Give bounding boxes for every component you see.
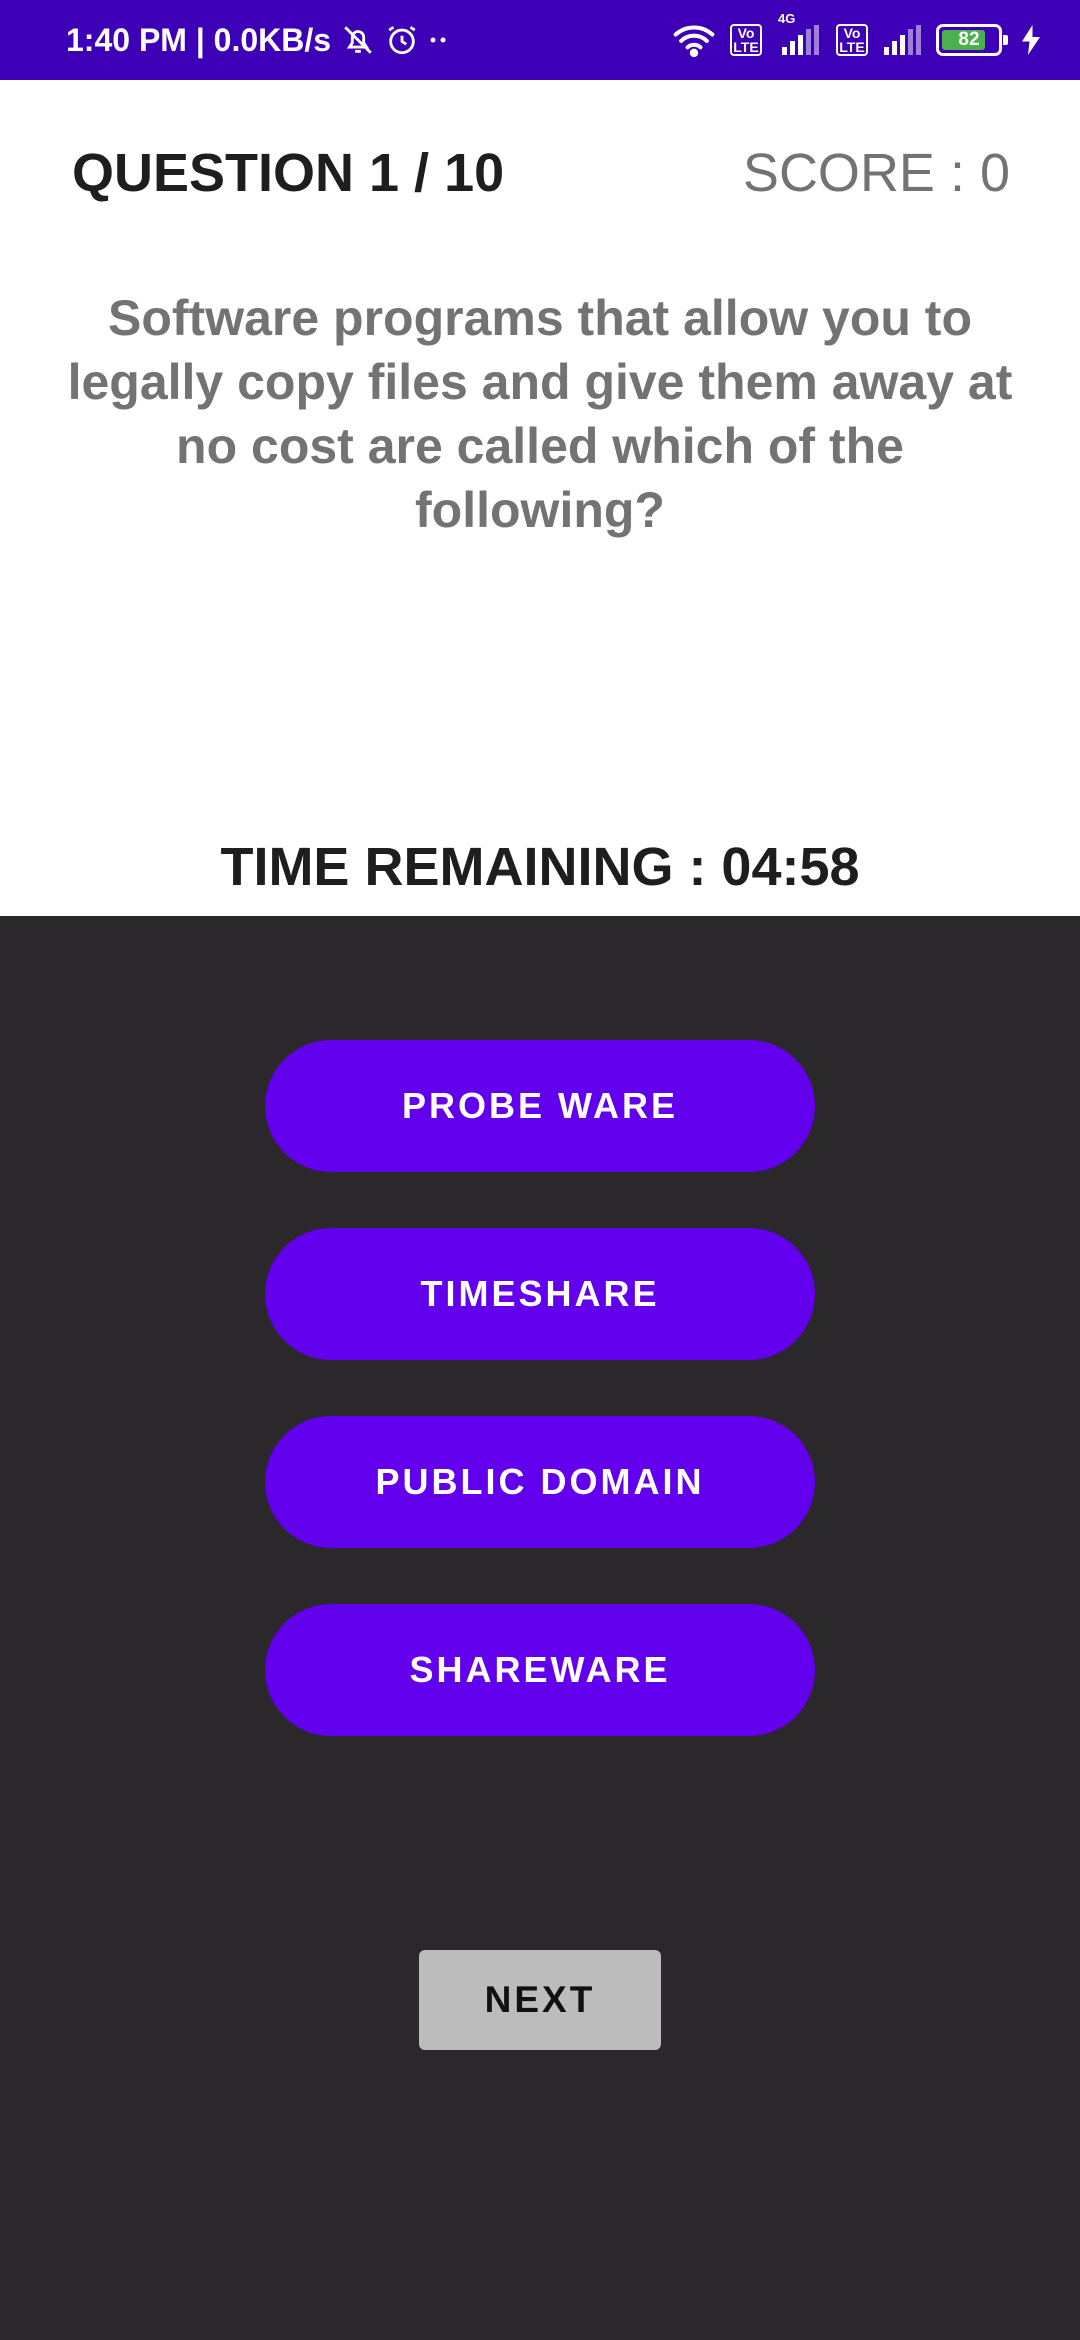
status-bar-right: Vo LTE 4G Vo LTE 82 [672,11,1040,57]
status-bar: 1:40 PM | 0.0KB/s Vo LTE 4G Vo LTE 82 [0,0,1080,80]
alarm-icon [385,23,419,57]
answer-panel: PROBE WARE TIMESHARE PUBLIC DOMAIN SHARE… [0,916,1080,2340]
wifi-icon [672,23,716,57]
option-button-shareware[interactable]: SHAREWARE [265,1604,815,1736]
volte-label-bottom-2: LTE [839,39,865,55]
signal-icon: 4G [776,11,822,55]
question-counter: QUESTION 1 / 10 [72,143,505,203]
option-button-probe-ware[interactable]: PROBE WARE [265,1040,815,1172]
signal-icon-2 [882,25,922,55]
volte-label-top-2: Vo [843,25,861,41]
status-time-speed: 1:40 PM | 0.0KB/s [66,21,332,58]
volte-label-top: Vo [737,25,755,41]
battery-icon: 82 [936,24,1008,56]
time-remaining: TIME REMAINING : 04:58 [220,837,860,897]
network-type-label: 4G [778,11,796,26]
more-dots-icon [429,35,449,45]
question-text: Software programs that allow you to lega… [67,290,1013,538]
option-button-timeshare[interactable]: TIMESHARE [265,1228,815,1360]
score-label: SCORE : 0 [742,143,1010,203]
mute-icon [341,23,375,57]
question-panel: QUESTION 1 / 10 SCORE : 0 Software progr… [0,80,1080,916]
volte-icon-2: Vo LTE [836,24,868,56]
volte-label-bottom: LTE [733,39,759,55]
battery-level: 82 [958,29,980,50]
option-button-public-domain[interactable]: PUBLIC DOMAIN [265,1416,815,1548]
charging-icon [1022,25,1040,55]
status-bar-left: 1:40 PM | 0.0KB/s [66,22,449,59]
next-button[interactable]: NEXT [419,1950,661,2050]
volte-icon: Vo LTE [730,24,762,56]
